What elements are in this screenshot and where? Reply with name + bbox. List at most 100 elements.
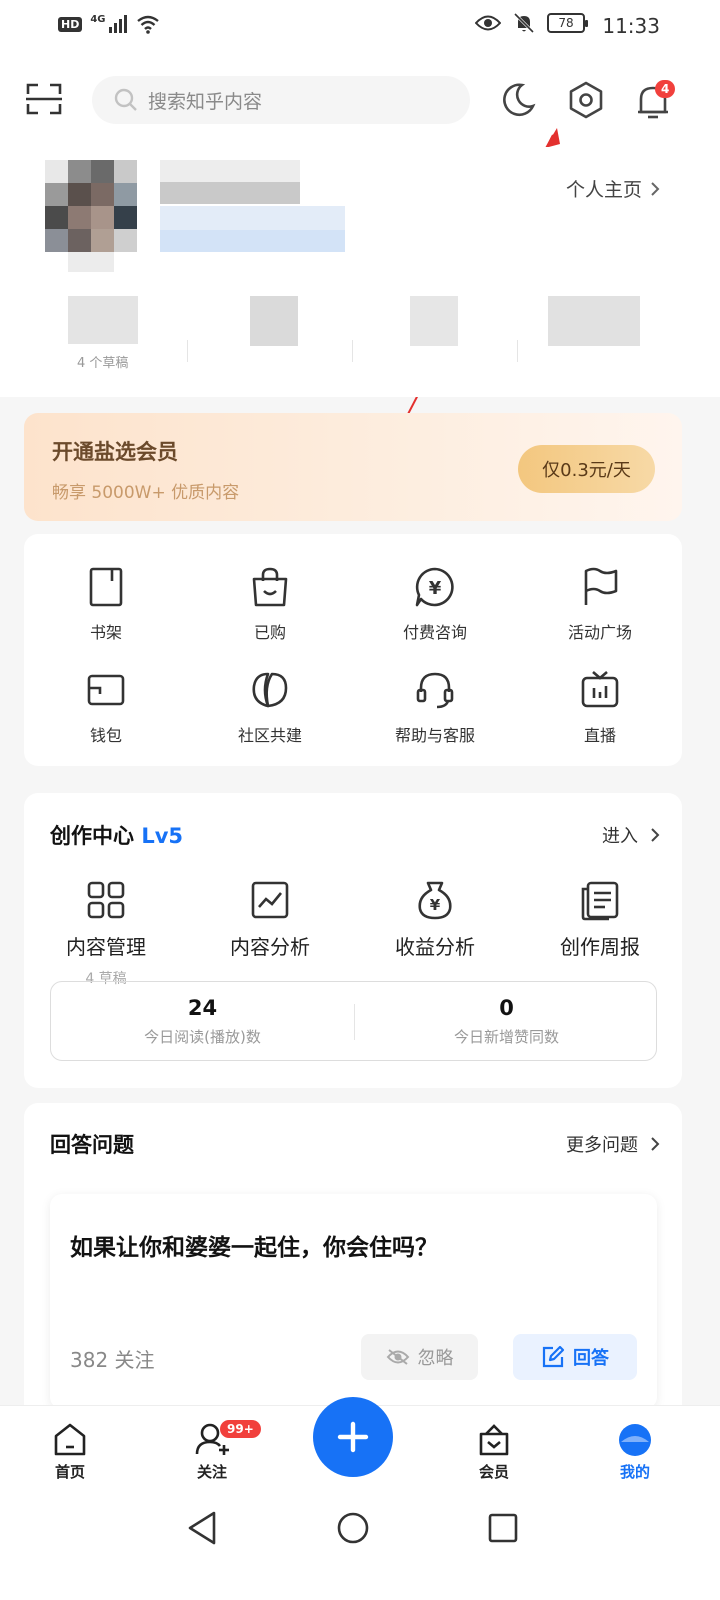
shopping-bag-icon [252,567,288,607]
answer-section-title: 回答问题 [50,1133,134,1157]
stat-blurred-3[interactable] [410,296,458,346]
ignore-button[interactable]: 忽略 [361,1334,478,1380]
network-label: 4G [90,13,106,25]
create-plus-button[interactable] [313,1397,393,1477]
reads-value: 24 [187,996,218,1020]
signal-icon [108,15,127,33]
more-questions-link[interactable]: 更多问题 [566,1131,660,1157]
dark-mode-icon[interactable] [500,82,536,118]
creation-label: 创作周报 [560,935,640,959]
bookshelf-icon [89,567,123,607]
divider [517,340,518,362]
menu-wallet[interactable]: 钱包 [24,668,188,746]
ignore-label: 忽略 [417,1348,454,1369]
upvotes-stat[interactable]: 0 今日新增赞同数 [355,996,658,1047]
menu-live[interactable]: 直播 [518,668,682,746]
home-icon [54,1423,86,1456]
creation-label: 内容分析 [230,935,310,959]
creation-center-enter[interactable]: 进入 [602,822,660,848]
report-icon [581,881,619,921]
chevron-right-icon [651,181,660,196]
daily-stats-box: 24 今日阅读(播放)数 0 今日新增赞同数 [50,981,657,1061]
divider [352,340,353,362]
enter-label: 进入 [602,826,638,847]
scan-icon[interactable] [26,82,62,116]
chevron-right-icon [651,1137,660,1151]
question-follow-count: 382 关注 [70,1348,155,1372]
flag-icon [584,567,618,605]
answer-button[interactable]: 回答 [513,1334,637,1380]
tab-home[interactable]: 首页 [30,1420,110,1482]
tv-icon [581,671,619,708]
menu-label: 已购 [253,623,286,642]
money-bag-icon: ¥ [418,881,452,920]
income-analysis[interactable]: ¥ 收益分析 [353,879,517,960]
creation-center-title: 创作中心 Lv5 [50,820,183,850]
stat-blurred-1[interactable] [68,296,138,344]
clock: 11:33 [602,14,660,38]
menu-label: 帮助与客服 [394,726,475,745]
content-analysis[interactable]: 内容分析 [188,879,352,960]
weekly-report[interactable]: 创作周报 [518,879,682,960]
profile-name-blurred [160,160,370,255]
menu-label: 钱包 [89,726,122,745]
stat-blurred-2[interactable] [250,296,298,346]
notification-badge: 4 [655,80,676,98]
menu-purchased[interactable]: 已购 [188,565,352,643]
tab-me[interactable]: 我的 [595,1420,675,1482]
creation-label: 内容管理 [66,935,146,959]
vip-subtitle: 畅享 5000W+ 优质内容 [52,483,240,503]
avatar[interactable] [45,160,137,272]
tab-label: 首页 [54,1463,85,1481]
tab-label: 会员 [478,1463,509,1481]
menu-paid-consult[interactable]: ¥ 付费咨询 [353,565,517,643]
menu-label: 社区共建 [237,726,302,745]
vip-title: 开通盐选会员 [52,440,178,464]
mute-bell-icon [513,12,535,34]
upvotes-label: 今日新增赞同数 [453,1028,559,1046]
hd-indicator: HD [58,16,83,32]
status-right: 78 [475,12,588,34]
content-management[interactable]: 内容管理 4 草稿 [24,879,188,988]
leaf-icon [252,672,288,708]
menu-help[interactable]: 帮助与客服 [353,668,517,746]
creation-label: 收益分析 [395,935,475,959]
grid-icon [87,881,125,919]
stat-blurred-4[interactable] [548,296,640,346]
search-placeholder: 搜索知乎内容 [148,90,263,113]
tab-vip[interactable]: 会员 [454,1420,534,1482]
profile-avatar-icon [619,1424,651,1456]
nav-back-icon[interactable] [186,1510,218,1546]
search-icon [114,88,137,111]
menu-activity[interactable]: 活动广场 [518,565,682,643]
menu-community[interactable]: 社区共建 [188,668,352,746]
wifi-icon [136,15,159,34]
reads-label: 今日阅读(播放)数 [144,1028,261,1046]
divider [187,340,188,362]
search-input[interactable]: 搜索知乎内容 [92,76,470,124]
svg-text:¥: ¥ [430,896,441,914]
edit-icon [542,1345,565,1368]
paid-consult-icon: ¥ [415,567,454,607]
chevron-right-icon [651,828,660,842]
eye-off-icon [386,1349,409,1365]
question-title[interactable]: 如果让你和婆婆一起住，你会住吗？ [70,1228,438,1262]
vip-subscribe-button[interactable]: 仅0.3元/天 [518,445,655,493]
tab-label: 我的 [619,1463,650,1481]
status-left: HD 4G [58,14,160,34]
nav-home-icon[interactable] [336,1511,370,1545]
homepage-link[interactable]: 个人主页 [566,175,660,202]
eye-icon [475,15,501,31]
battery-indicator: 78 [547,13,588,33]
creation-center-label: 创作中心 [50,824,134,848]
wallet-icon [87,674,125,706]
menu-bookshelf[interactable]: 书架 [24,565,188,643]
status-bar: HD 4G 78 11:33 [0,0,720,52]
chart-icon [251,881,289,919]
nav-recents-icon[interactable] [487,1512,519,1544]
upvotes-value: 0 [499,996,514,1020]
settings-gear-icon[interactable] [567,81,605,119]
menu-label: 付费咨询 [402,623,467,642]
reads-stat[interactable]: 24 今日阅读(播放)数 [51,996,354,1047]
answer-label: 回答 [573,1348,609,1369]
